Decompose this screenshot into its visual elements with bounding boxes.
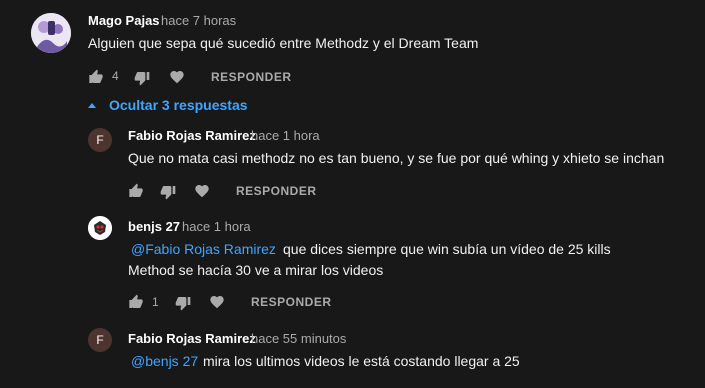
author-name[interactable]: Fabio Rojas Ramirez — [128, 128, 256, 143]
author-name[interactable]: Fabio Rojas Ramirez — [128, 331, 256, 346]
heart-icon[interactable] — [209, 294, 225, 310]
hide-replies-toggle[interactable]: Ocultar 3 respuestas — [88, 96, 258, 114]
comment-text: Alguien que sepa qué sucedió entre Metho… — [88, 35, 479, 51]
comment-time[interactable]: hace 7 horas — [161, 13, 236, 28]
avatar[interactable] — [31, 13, 71, 53]
reply-button[interactable]: RESPONDER — [236, 184, 317, 198]
dislike-icon[interactable] — [175, 295, 191, 311]
comment-time[interactable]: hace 55 minutos — [251, 331, 346, 346]
avatar[interactable]: F — [88, 328, 112, 352]
dislike-icon[interactable] — [134, 70, 150, 86]
comment-time[interactable]: hace 1 hora — [251, 128, 320, 143]
like-icon[interactable] — [128, 183, 144, 199]
comment-text: mira los ultimos videos le está costando… — [203, 353, 520, 369]
dislike-icon[interactable] — [160, 184, 176, 200]
caret-up-icon — [88, 103, 96, 108]
hide-replies-label[interactable]: Ocultar 3 respuestas — [109, 97, 248, 113]
comment-text: Que no mata casi methodz no es tan bueno… — [128, 150, 665, 166]
like-icon[interactable] — [128, 294, 144, 310]
author-name[interactable]: benjs 27 — [128, 219, 180, 234]
reply-button[interactable]: RESPONDER — [211, 70, 292, 84]
comment-text: que dices siempre que win subía un vídeo… — [283, 241, 611, 257]
like-count: 1 — [152, 295, 159, 309]
author-name[interactable]: Mago Pajas — [88, 13, 160, 28]
mention-link[interactable]: @benjs 27 — [131, 353, 198, 369]
heart-icon[interactable] — [169, 69, 185, 85]
mention-link[interactable]: @Fabio Rojas Ramirez — [131, 241, 276, 257]
avatar[interactable] — [88, 216, 112, 240]
comment-actions: RESPONDER — [128, 182, 328, 200]
avatar[interactable]: F — [88, 128, 112, 152]
avatar-image — [31, 13, 71, 53]
like-count: 4 — [112, 69, 119, 83]
heart-icon[interactable] — [194, 183, 210, 199]
comment-text-line2: Method se hacía 30 ve a mirar los videos — [128, 262, 384, 278]
comment-actions: 1 RESPONDER — [128, 293, 358, 311]
comment-actions: 4 RESPONDER — [88, 68, 318, 86]
like-icon[interactable] — [88, 69, 104, 85]
comment-time[interactable]: hace 1 hora — [182, 219, 251, 234]
avatar-image — [88, 216, 112, 240]
avatar-letter: F — [96, 333, 104, 347]
reply-button[interactable]: RESPONDER — [251, 295, 332, 309]
avatar-letter: F — [96, 133, 104, 147]
